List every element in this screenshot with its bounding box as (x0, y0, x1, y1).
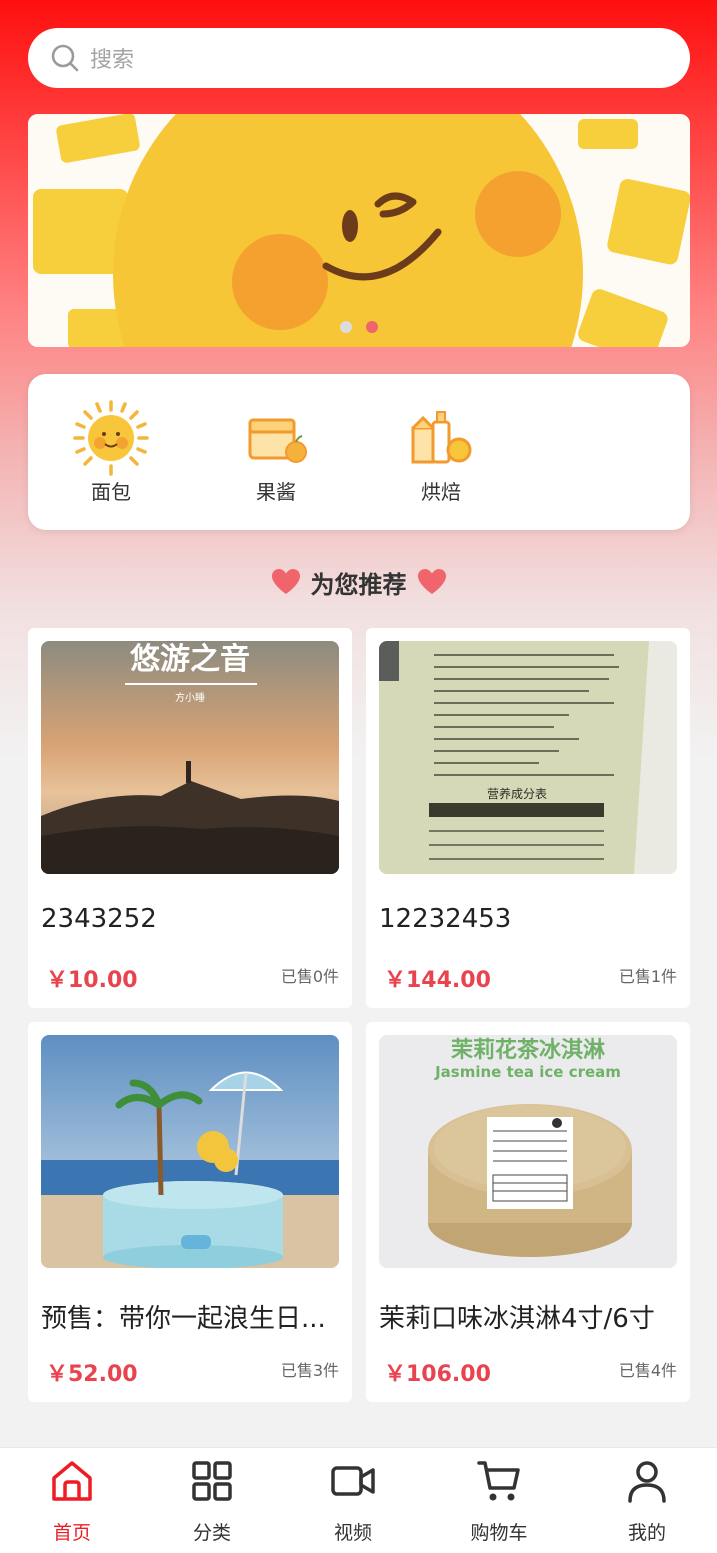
category-label: 烘焙 (421, 480, 461, 504)
product-name: 预售：带你一起浪生日... (41, 1304, 326, 1334)
banner-sun-illustration (28, 114, 690, 347)
tab-label: 我的 (627, 1522, 666, 1544)
product-price: ￥144.00 (384, 968, 491, 993)
image-caption-subtitle: 方小睡 (175, 691, 205, 704)
bottom-tab-bar: 首页 分类 视频 购物车 我的 (0, 1447, 717, 1553)
product-card[interactable]: 预售：带你一起浪生日... ￥52.00 已售3件 (28, 1022, 352, 1402)
product-price: ￥106.00 (384, 1362, 491, 1387)
product-image: 茉莉花茶冰淇淋 Jasmine tea ice cream (379, 1035, 677, 1268)
cart-icon (477, 1461, 520, 1501)
category-panel: 面包 果酱 烘焙 (28, 374, 690, 530)
product-name: 茉莉口味冰淇淋4寸/6寸 (379, 1304, 655, 1334)
tab-category[interactable]: 分类 (157, 1458, 267, 1545)
tab-video[interactable]: 视频 (298, 1458, 408, 1545)
baking-supplies-icon (411, 411, 472, 464)
image-caption-title: 茉莉花茶冰淇淋 (451, 1037, 605, 1063)
category-label: 果酱 (256, 480, 296, 504)
ice-cream-tub-image: 茉莉花茶冰淇淋 Jasmine tea ice cream (379, 1035, 677, 1268)
tab-label: 首页 (52, 1522, 91, 1544)
nutrition-table-title: 营养成分表 (487, 786, 547, 801)
product-card[interactable]: 茉莉花茶冰淇淋 Jasmine tea ice cream 茉莉口味冰淇淋4寸/… (366, 1022, 690, 1402)
product-card[interactable]: 悠游之音 方小睡 2343252 ￥10.00 已售0件 (28, 628, 352, 1008)
recommend-heading: 为您推荐 (0, 560, 717, 604)
product-name: 2343252 (41, 904, 157, 934)
jam-box-icon (248, 418, 307, 463)
product-price: ￥52.00 (46, 1362, 138, 1387)
tab-label: 分类 (192, 1522, 231, 1544)
banner-dot-1[interactable] (340, 321, 352, 333)
product-card[interactable]: 营养成分表 12232453 ￥144.00 已售1件 (366, 628, 690, 1008)
product-sold-count: 已售4件 (618, 1361, 677, 1380)
banner-dot-2-active[interactable] (366, 321, 378, 333)
product-price: ￥10.00 (46, 968, 138, 993)
product-name: 12232453 (379, 904, 512, 934)
tab-profile[interactable]: 我的 (592, 1458, 702, 1545)
home-icon (52, 1461, 92, 1501)
product-image (41, 1035, 339, 1268)
recommend-title: 为您推荐 (310, 570, 407, 599)
image-caption-title: 悠游之音 (129, 642, 250, 677)
heart-icon (417, 569, 446, 594)
heart-icon (271, 569, 300, 594)
search-placeholder: 搜索 (90, 48, 135, 73)
category-label: 面包 (91, 480, 131, 504)
video-icon (331, 1466, 375, 1496)
sunset-landscape-image: 悠游之音 方小睡 (41, 641, 339, 874)
image-caption-subtitle: Jasmine tea ice cream (434, 1063, 621, 1081)
product-image: 营养成分表 (379, 641, 677, 874)
grid-icon (192, 1461, 232, 1501)
product-sold-count: 已售0件 (280, 967, 339, 986)
banner-carousel[interactable] (28, 114, 690, 347)
category-jam[interactable]: 果酱 (221, 400, 331, 505)
product-image: 悠游之音 方小睡 (41, 641, 339, 874)
search-icon (51, 44, 79, 72)
user-icon (628, 1461, 666, 1503)
tab-label: 视频 (333, 1522, 372, 1544)
category-bread[interactable]: 面包 (56, 400, 166, 505)
nutrition-label-package-image: 营养成分表 (379, 641, 677, 874)
tab-cart[interactable]: 购物车 (444, 1458, 554, 1545)
category-baking[interactable]: 烘焙 (386, 400, 496, 505)
search-bar[interactable]: 搜索 (28, 28, 690, 88)
tab-home[interactable]: 首页 (17, 1458, 127, 1545)
beach-cake-image (41, 1035, 339, 1268)
product-sold-count: 已售3件 (280, 1361, 339, 1380)
tab-label: 购物车 (470, 1522, 528, 1544)
sun-bread-icon (73, 400, 149, 476)
product-sold-count: 已售1件 (618, 967, 677, 986)
banner-indicator (340, 321, 378, 333)
